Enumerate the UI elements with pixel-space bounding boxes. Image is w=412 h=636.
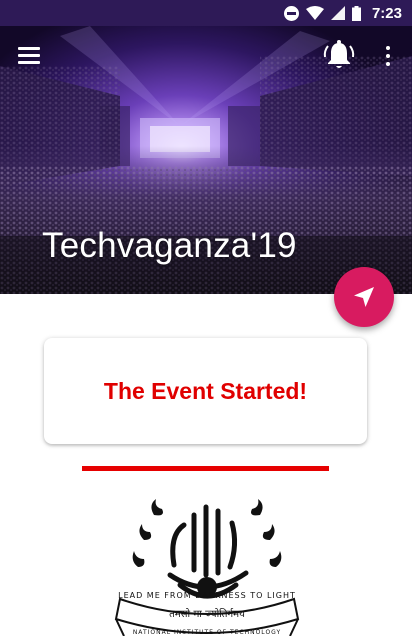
bell-ringing-icon[interactable] bbox=[322, 38, 356, 72]
do-not-disturb-icon bbox=[283, 5, 299, 21]
emblem-hindi-text: तमसो मा ज्योतिर्गमय bbox=[169, 608, 245, 620]
app-screen: 7:23 Techvaganza'19 The Event Started! L… bbox=[0, 0, 412, 636]
institute-seal-logo: LEAD ME FROM DARKNESS TO LIGHT तमसो मा ज… bbox=[114, 499, 300, 636]
status-time: 7:23 bbox=[371, 4, 402, 22]
navigation-arrow-icon bbox=[354, 287, 374, 307]
more-vert-icon[interactable] bbox=[380, 44, 396, 68]
red-divider bbox=[82, 466, 329, 471]
event-status-card: The Event Started! bbox=[44, 338, 367, 444]
status-bar: 7:23 bbox=[0, 0, 412, 26]
emblem-motto-line1: LEAD ME FROM DARKNESS TO LIGHT bbox=[118, 591, 296, 600]
emblem-motto-line2: NATIONAL INSTITUTE OF TECHNOLOGY bbox=[133, 629, 281, 636]
navigate-fab-button[interactable] bbox=[334, 267, 394, 327]
event-status-message: The Event Started! bbox=[103, 377, 308, 404]
app-bar-header: Techvaganza'19 bbox=[0, 26, 412, 294]
hamburger-menu-icon[interactable] bbox=[18, 46, 40, 64]
battery-icon bbox=[351, 5, 361, 21]
page-title: Techvaganza'19 bbox=[42, 226, 297, 265]
wifi-icon bbox=[305, 6, 324, 20]
signal-icon bbox=[330, 6, 345, 20]
